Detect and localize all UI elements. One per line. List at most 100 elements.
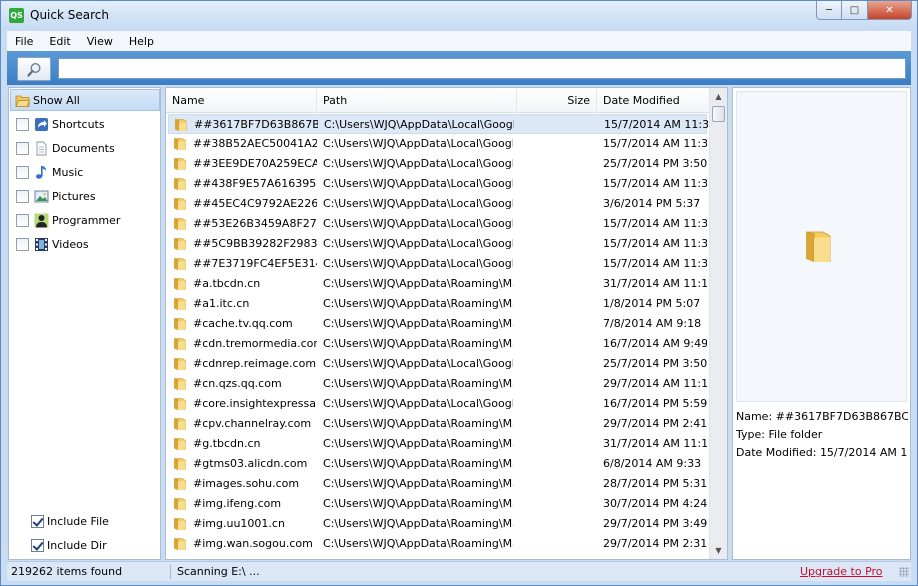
category-show-all[interactable]: Show All <box>10 89 160 111</box>
table-row[interactable]: #img.wan.sogou.com C:\Users\WJQ\AppData\R… <box>168 534 707 554</box>
table-row[interactable]: #cache.tv.qq.com C:\Users\WJQ\AppData\Roa… <box>168 314 707 334</box>
maximize-button[interactable]: □ <box>842 1 868 20</box>
preview-type-label: Type: <box>736 428 765 441</box>
file-name: #gtms03.alicdn.com <box>193 457 308 470</box>
file-name: #cpv.channelray.com <box>193 417 312 430</box>
table-row[interactable]: #img.ifeng.com C:\Users\WJQ\AppData\Roami… <box>168 494 707 514</box>
category-documents[interactable]: Documents <box>10 137 160 159</box>
column-path[interactable]: Path <box>317 88 517 113</box>
minimize-button[interactable]: ─ <box>816 1 842 20</box>
table-row[interactable]: ##5C9BB39282F2983F C:\Users\WJQ\AppData\L… <box>168 234 707 254</box>
preview-date-value: 15/7/2014 AM 11... <box>819 446 908 459</box>
table-row[interactable]: ##45EC4C9792AE2268 C:\Users\WJQ\AppData\L… <box>168 194 707 214</box>
column-name[interactable]: Name <box>166 88 317 113</box>
menu-help[interactable]: Help <box>121 35 162 48</box>
category-checkbox[interactable] <box>16 213 29 227</box>
search-bar <box>7 51 911 85</box>
category-shortcuts[interactable]: Shortcuts <box>10 113 160 135</box>
file-date-modified: 15/7/2014 AM 11:32 <box>603 217 707 230</box>
scroll-down-arrow-icon[interactable]: ▼ <box>710 542 727 559</box>
folder-icon <box>173 397 187 411</box>
table-row[interactable]: #cpv.channelray.com C:\Users\WJQ\AppData\… <box>168 414 707 434</box>
table-row[interactable]: ##53E26B3459A8F27D C:\Users\WJQ\AppData\L… <box>168 214 707 234</box>
file-name: #a1.itc.cn <box>193 297 250 310</box>
table-row[interactable]: #a.tbcdn.cn C:\Users\WJQ\AppData\Roaming\… <box>168 274 707 294</box>
table-row[interactable]: #img.uu1001.cn C:\Users\WJQ\AppData\Roami… <box>168 514 707 534</box>
category-programmer[interactable]: Programmer <box>10 209 160 231</box>
preview-name-value: ##3617BF7D63B867BC <box>775 410 908 423</box>
file-name: ##38B52AEC50041A21 <box>193 137 317 150</box>
include-dir-option[interactable]: Include Dir <box>31 536 107 554</box>
column-date-modified[interactable]: Date Modified <box>597 88 709 113</box>
scroll-thumb[interactable] <box>712 106 725 122</box>
folder-icon <box>173 357 187 371</box>
table-row[interactable]: #cdn.tremormedia.com C:\Users\WJQ\AppData… <box>168 334 707 354</box>
file-path: C:\Users\WJQ\AppData\Roaming\Ma... <box>323 517 513 530</box>
title-bar[interactable]: QS Quick Search ─ □ ✕ <box>1 1 917 30</box>
include-dir-checkbox[interactable] <box>31 538 44 552</box>
file-date-modified: 15/7/2014 AM 11:34 <box>604 118 708 131</box>
search-input[interactable] <box>58 58 906 79</box>
table-row[interactable]: #cdnrep.reimage.com C:\Users\WJQ\AppData\… <box>168 354 707 374</box>
menu-bar: File Edit View Help <box>7 31 911 51</box>
resize-grip-icon[interactable] <box>899 567 909 577</box>
folder-icon <box>173 157 187 171</box>
menu-view[interactable]: View <box>79 35 121 48</box>
column-size[interactable]: Size <box>517 88 597 113</box>
scroll-up-arrow-icon[interactable]: ▲ <box>710 88 727 105</box>
file-date-modified: 28/7/2014 PM 5:31 <box>603 477 707 490</box>
include-file-checkbox[interactable] <box>31 514 44 528</box>
music-note-icon <box>36 165 46 179</box>
include-file-label: Include File <box>47 514 109 528</box>
file-path: C:\Users\WJQ\AppData\Roaming\Ma... <box>323 297 513 310</box>
category-checkbox[interactable] <box>16 189 29 203</box>
folder-icon <box>805 231 831 262</box>
file-date-modified: 29/7/2014 PM 2:31 <box>603 537 707 550</box>
category-checkbox[interactable] <box>16 141 29 155</box>
table-row[interactable]: ##3617BF7D63B867BC C:\Users\WJQ\AppData\L… <box>168 114 708 134</box>
vertical-scrollbar[interactable]: ▲ ▼ <box>709 88 727 559</box>
items-found-count: 219262 items found <box>11 565 123 578</box>
file-date-modified: 7/8/2014 AM 9:18 <box>603 317 702 330</box>
folder-icon <box>173 417 187 431</box>
table-row[interactable]: #core.insightexpressa... C:\Users\WJQ\App… <box>168 394 707 414</box>
folder-icon <box>173 177 187 191</box>
category-checkbox[interactable] <box>16 165 29 179</box>
close-button[interactable]: ✕ <box>868 1 912 20</box>
table-row[interactable]: ##3EE9DE70A259ECAE C:\Users\WJQ\AppData\L… <box>168 154 707 174</box>
file-name: #cache.tv.qq.com <box>193 317 293 330</box>
folder-icon <box>174 118 188 132</box>
upgrade-link[interactable]: Upgrade to Pro <box>800 565 883 578</box>
table-row[interactable]: #gtms03.alicdn.com C:\Users\WJQ\AppData\R… <box>168 454 707 474</box>
table-row[interactable]: #g.tbcdn.cn C:\Users\WJQ\AppData\Roaming\… <box>168 434 707 454</box>
file-name: #cn.qzs.qq.com <box>193 377 282 390</box>
menu-edit[interactable]: Edit <box>41 35 78 48</box>
table-row[interactable]: #cn.qzs.qq.com C:\Users\WJQ\AppData\Roami… <box>168 374 707 394</box>
table-row[interactable]: #a1.itc.cn C:\Users\WJQ\AppData\Roaming\M… <box>168 294 707 314</box>
category-label: Shortcuts <box>52 117 105 131</box>
table-row[interactable]: #images.sohu.com C:\Users\WJQ\AppData\Roa… <box>168 474 707 494</box>
preview-thumbnail <box>736 91 907 402</box>
category-sidebar: Show All Shortcuts Documents Music Pictu… <box>8 87 161 560</box>
programmer-icon <box>34 213 49 227</box>
category-videos[interactable]: Videos <box>10 233 160 255</box>
folder-icon <box>173 297 187 311</box>
category-pictures[interactable]: Pictures <box>10 185 160 207</box>
magnifier-icon <box>27 62 41 77</box>
file-name: #img.uu1001.cn <box>193 517 285 530</box>
file-date-modified: 31/7/2014 AM 11:18 <box>603 277 707 290</box>
folder-icon <box>173 377 187 391</box>
category-checkbox[interactable] <box>16 117 29 131</box>
file-date-modified: 30/7/2014 PM 4:24 <box>603 497 707 510</box>
table-row[interactable]: ##438F9E57A6163956 C:\Users\WJQ\AppData\L… <box>168 174 707 194</box>
category-music[interactable]: Music <box>10 161 160 183</box>
table-row[interactable]: ##38B52AEC50041A21 C:\Users\WJQ\AppData\L… <box>168 134 707 154</box>
file-name: ##53E26B3459A8F27D <box>193 217 317 230</box>
table-row[interactable]: ##7E3719FC4EF5E314 C:\Users\WJQ\AppData\L… <box>168 254 707 274</box>
file-name: ##438F9E57A6163956 <box>193 177 317 190</box>
menu-file[interactable]: File <box>7 35 41 48</box>
category-checkbox[interactable] <box>16 237 29 251</box>
search-button[interactable] <box>17 57 51 81</box>
file-path: C:\Users\WJQ\AppData\Roaming\Ma... <box>323 417 513 430</box>
include-file-option[interactable]: Include File <box>31 512 109 530</box>
